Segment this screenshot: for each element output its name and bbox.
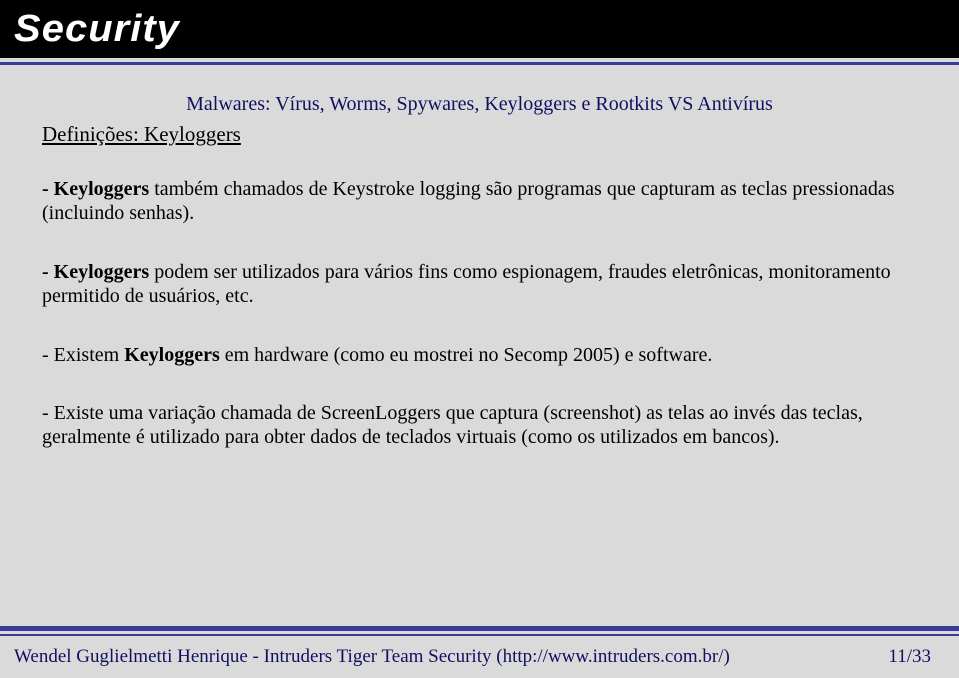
paragraph-4-text: - Existe uma variação chamada de ScreenL… [42,402,863,448]
footer-rules [0,626,959,636]
paragraph-1-rest: também chamados de Keystroke logging são… [42,178,895,224]
footer: Wendel Guglielmetti Henrique - Intruders… [0,642,959,678]
page-number: 11/33 [888,646,931,668]
slide-content: Malwares: Vírus, Worms, Spywares, Keylog… [0,65,959,450]
section-heading: Definições: Keyloggers [42,122,917,147]
paragraph-1-lead: - Keyloggers [42,178,149,200]
paragraph-3: - Existem Keyloggers em hardware (como e… [42,343,917,367]
paragraph-3-bold: Keyloggers [124,344,220,366]
paragraph-2-rest: podem ser utilizados para vários fins co… [42,261,891,307]
slide-title: Malwares: Vírus, Worms, Spywares, Keylog… [42,93,917,116]
footer-rule-thick [0,626,959,631]
logo-text: Security [14,8,180,51]
paragraph-2: - Keyloggers podem ser utilizados para v… [42,260,917,309]
header-bar: Security [0,0,959,58]
paragraph-2-lead: - Keyloggers [42,261,149,283]
paragraph-3-post: em hardware (como eu mostrei no Secomp 2… [220,344,713,366]
paragraph-4: - Existe uma variação chamada de ScreenL… [42,401,917,450]
footer-rule-thin [0,634,959,636]
paragraph-1: - Keyloggers também chamados de Keystrok… [42,177,917,226]
paragraph-3-pre: - Existem [42,344,124,366]
footer-author: Wendel Guglielmetti Henrique - Intruders… [14,646,730,668]
